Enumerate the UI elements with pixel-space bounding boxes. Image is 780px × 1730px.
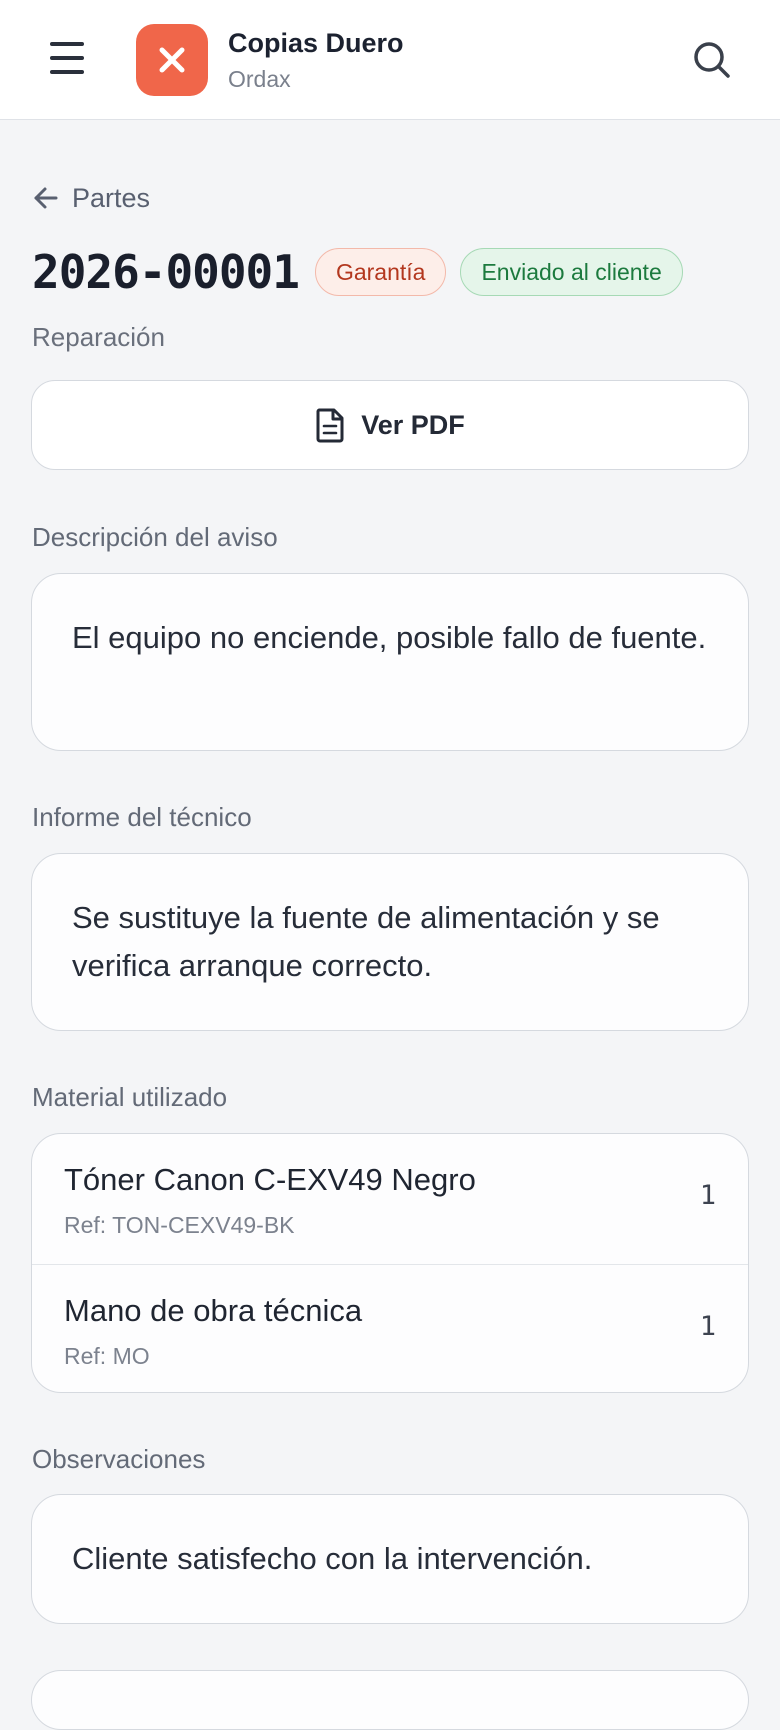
observations-text: Cliente satisfecho con la intervención. <box>72 1541 593 1576</box>
document-number: 2026-00001 <box>32 245 300 299</box>
top-app-bar: Copias Duero Ordax <box>0 0 780 120</box>
technician-report-card: Se sustituye la fuente de alimentación y… <box>31 853 749 1031</box>
material-quantity: 1 <box>699 1311 716 1342</box>
materials-section-label: Material utilizado <box>32 1082 228 1112</box>
view-pdf-button[interactable]: Ver PDF <box>31 380 749 470</box>
status-badge: Enviado al cliente <box>460 248 683 296</box>
app-title: Copias Duero <box>228 28 404 58</box>
search-icon[interactable] <box>690 38 734 82</box>
back-link-label: Partes <box>72 182 151 213</box>
hamburger-menu-icon[interactable] <box>48 42 88 78</box>
material-ref: Ref: MO <box>64 1343 150 1369</box>
material-row[interactable]: Tóner Canon C-EXV49 Negro Ref: TON-CEXV4… <box>32 1134 748 1264</box>
notice-card: El equipo no enciende, posible fallo de … <box>31 573 749 751</box>
material-name: Tóner Canon C-EXV49 Negro <box>64 1162 476 1197</box>
back-link-partes[interactable]: Partes <box>32 180 150 216</box>
next-card-partial <box>31 1670 749 1730</box>
app-subtitle: Ordax <box>228 66 291 92</box>
document-title-row: 2026-00001 Garantía Enviado al cliente <box>32 244 683 300</box>
document-type: Reparación <box>32 322 165 352</box>
material-name: Mano de obra técnica <box>64 1293 363 1328</box>
materials-card: Tóner Canon C-EXV49 Negro Ref: TON-CEXV4… <box>31 1133 749 1393</box>
app-logo <box>136 24 208 96</box>
observations-section-label: Observaciones <box>32 1444 206 1474</box>
observations-card: Cliente satisfecho con la intervención. <box>31 1494 749 1624</box>
close-x-icon <box>159 47 185 73</box>
material-quantity: 1 <box>699 1180 716 1211</box>
arrow-left-icon <box>34 187 58 209</box>
material-row[interactable]: Mano de obra técnica Ref: MO 1 <box>32 1264 748 1392</box>
technician-report-label: Informe del técnico <box>32 802 252 832</box>
notice-text: El equipo no enciende, posible fallo de … <box>72 620 707 655</box>
warranty-badge: Garantía <box>314 248 447 296</box>
notice-section-label: Descripción del aviso <box>32 522 278 552</box>
technician-report-text: Se sustituye la fuente de alimentación y… <box>72 900 660 983</box>
view-pdf-label: Ver PDF <box>361 409 465 440</box>
document-icon <box>316 408 344 443</box>
material-ref: Ref: TON-CEXV49-BK <box>64 1212 295 1238</box>
